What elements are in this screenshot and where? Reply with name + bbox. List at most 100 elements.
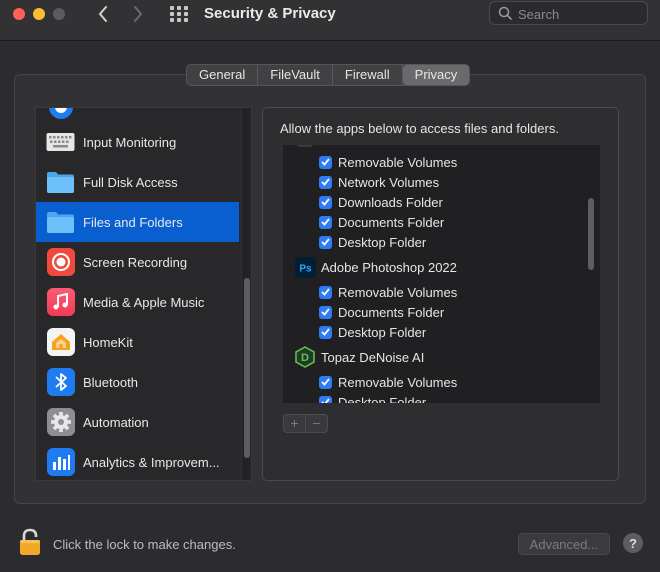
checkmark-icon xyxy=(321,238,330,246)
permission-label: Removable Volumes xyxy=(338,284,458,300)
app-permissions-list[interactable]: Removable Volumes Network Volumes Downlo… xyxy=(283,145,600,403)
permission-label: Documents Folder xyxy=(338,304,445,320)
minimize-window-button[interactable] xyxy=(33,8,45,20)
keyboard-icon xyxy=(46,128,75,157)
checkmark-icon xyxy=(321,158,330,166)
show-all-grid-icon[interactable] xyxy=(170,6,188,22)
permission-label: Desktop Folder xyxy=(338,324,427,340)
topaz-icon-text: D xyxy=(301,352,309,364)
photoshop-icon: Ps xyxy=(294,256,316,278)
permission-label: Removable Volumes xyxy=(338,154,458,170)
help-button[interactable]: ? xyxy=(623,533,643,553)
checkbox[interactable] xyxy=(319,235,332,249)
tab-firewall[interactable]: Firewall xyxy=(333,65,403,85)
gear-icon xyxy=(46,408,75,437)
remove-button[interactable]: − xyxy=(306,415,327,432)
checkbox[interactable] xyxy=(319,375,332,389)
homekit-icon xyxy=(46,328,75,357)
permission-row[interactable]: Network Volumes xyxy=(319,172,439,192)
photoshop-icon-text: Ps xyxy=(299,263,312,274)
back-button[interactable] xyxy=(92,3,114,25)
sidebar-item-label: Automation xyxy=(83,414,149,430)
sidebar-item-automation[interactable]: Automation xyxy=(36,402,239,442)
app-name: Topaz DeNoise AI xyxy=(321,349,425,365)
permission-row[interactable]: Desktop Folder xyxy=(319,322,426,342)
folder-icon xyxy=(46,208,75,237)
chevron-left-icon xyxy=(98,6,107,22)
tab-bar: General FileVault Firewall Privacy xyxy=(186,64,471,86)
checkmark-icon xyxy=(321,308,330,316)
forward-button[interactable] xyxy=(127,3,149,25)
checkbox[interactable] xyxy=(319,195,332,209)
list-scrollbar-thumb[interactable] xyxy=(588,198,594,270)
sidebar-item-label: Input Monitoring xyxy=(83,134,177,150)
sidebar-item-full-disk-access[interactable]: Full Disk Access xyxy=(36,162,239,202)
sidebar-item-files-and-folders[interactable]: Files and Folders xyxy=(36,202,239,242)
checkmark-icon xyxy=(321,198,330,206)
sidebar-item-homekit[interactable]: HomeKit xyxy=(36,322,239,362)
privacy-category-list[interactable]: Input Monitoring Full Disk Access Files … xyxy=(35,107,252,481)
checkbox[interactable] xyxy=(319,285,332,299)
sidebar-item-media-apple-music[interactable]: Media & Apple Music xyxy=(36,282,239,322)
sidebar-item-bluetooth[interactable]: Bluetooth xyxy=(36,362,239,402)
permission-row[interactable]: Documents Folder xyxy=(319,302,444,322)
close-window-button[interactable] xyxy=(13,8,25,20)
sidebar-item-label: Media & Apple Music xyxy=(83,294,205,310)
checkbox[interactable] xyxy=(319,215,332,229)
search-icon xyxy=(498,6,512,20)
search-field[interactable] xyxy=(489,1,648,25)
tab-filevault[interactable]: FileVault xyxy=(258,65,333,85)
add-remove-control: + − xyxy=(283,414,328,433)
sidebar-item-analytics[interactable]: Analytics & Improvem... xyxy=(36,442,239,480)
app-name: Adobe Photoshop 2022 xyxy=(321,259,457,275)
permission-row[interactable]: Documents Folder xyxy=(319,212,444,232)
window-title: Security & Privacy xyxy=(204,5,336,22)
sidebar-scrollbar-thumb[interactable] xyxy=(244,278,250,458)
app-row-photoshop[interactable]: Ps Adobe Photoshop 2022 xyxy=(294,256,457,278)
search-input[interactable] xyxy=(516,4,645,24)
tab-general[interactable]: General xyxy=(187,65,259,85)
permission-row[interactable]: Removable Volumes xyxy=(319,152,457,172)
topaz-icon: D xyxy=(294,346,316,368)
sidebar-item-label: HomeKit xyxy=(83,334,133,350)
app-row-topaz[interactable]: D Topaz DeNoise AI xyxy=(294,345,424,369)
permission-row[interactable]: Downloads Folder xyxy=(319,192,443,212)
checkmark-icon xyxy=(321,178,330,186)
add-button[interactable]: + xyxy=(284,415,306,432)
checkbox[interactable] xyxy=(319,305,332,319)
sidebar-item-label: Analytics & Improvem... xyxy=(83,454,220,470)
sidebar-item-label: Bluetooth xyxy=(83,374,138,390)
bluetooth-icon xyxy=(46,368,75,397)
lock-message: Click the lock to make changes. xyxy=(53,537,236,552)
advanced-button[interactable]: Advanced... xyxy=(518,533,610,555)
checkbox[interactable] xyxy=(319,175,332,189)
pane-description: Allow the apps below to access files and… xyxy=(280,121,559,136)
checkmark-icon xyxy=(321,218,330,226)
location-icon xyxy=(46,108,75,121)
permission-label: Documents Folder xyxy=(338,214,445,230)
title-bar: Security & Privacy xyxy=(0,0,660,40)
sidebar-item-screen-recording[interactable]: Screen Recording xyxy=(36,242,239,282)
title-bar-divider xyxy=(0,40,660,41)
checkbox[interactable] xyxy=(319,325,332,339)
lock-icon[interactable] xyxy=(18,528,42,556)
checkbox[interactable] xyxy=(319,155,332,169)
checkbox[interactable] xyxy=(319,395,332,403)
folder-icon xyxy=(46,168,75,197)
sidebar-item-label: Screen Recording xyxy=(83,254,188,270)
permission-label: Desktop Folder xyxy=(338,394,427,404)
permission-label: Desktop Folder xyxy=(338,234,427,250)
permission-label: Downloads Folder xyxy=(338,194,443,210)
permission-row[interactable]: Removable Volumes xyxy=(319,372,457,392)
screen-recording-icon xyxy=(46,248,75,277)
sidebar-item-input-monitoring[interactable]: Input Monitoring xyxy=(36,122,239,162)
zoom-window-button[interactable] xyxy=(53,8,65,20)
permission-row[interactable]: Desktop Folder xyxy=(319,232,426,252)
permission-row[interactable]: Desktop Folder xyxy=(319,392,426,403)
permission-label: Removable Volumes xyxy=(338,374,458,390)
sidebar-item-label: Full Disk Access xyxy=(83,174,178,190)
tab-privacy[interactable]: Privacy xyxy=(402,65,470,85)
permission-row[interactable]: Removable Volumes xyxy=(319,282,457,302)
chevron-right-icon xyxy=(134,6,143,22)
music-icon xyxy=(46,288,75,317)
